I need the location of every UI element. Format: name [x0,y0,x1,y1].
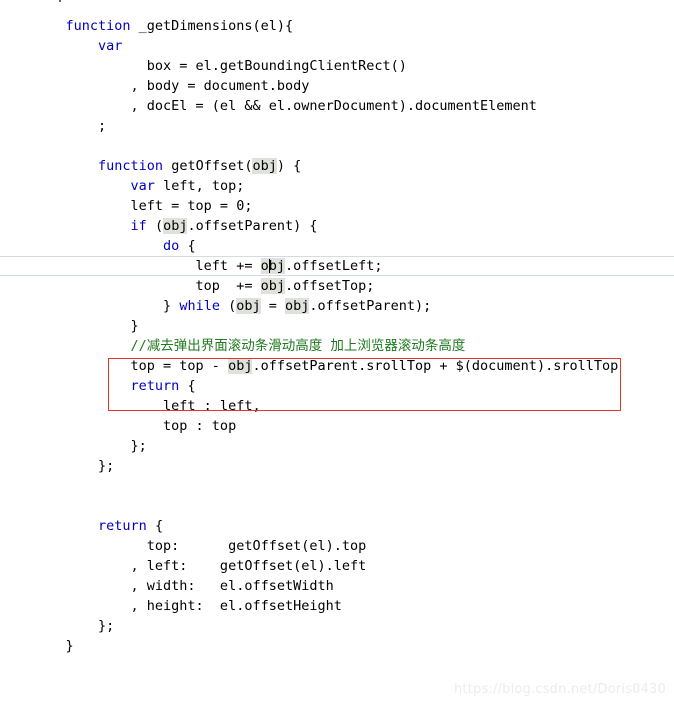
code-line[interactable]: , docEl = (el && el.ownerDocument).docum… [0,96,674,116]
code-text: .offsetTop; [284,278,375,294]
code-text: ( [219,298,237,314]
code-editor[interactable]: } function _getDimensions(el){ var box =… [0,0,674,703]
code-line[interactable] [0,476,674,496]
code-line[interactable]: return { [0,516,674,536]
code-text: left += [33,258,261,274]
highlighted-identifier: obj [236,298,261,314]
code-line[interactable]: } while (obj = obj.offsetParent); [0,296,674,316]
keyword-function: function [65,18,131,34]
code-text: left, top; [154,178,245,194]
keyword-function: function [98,158,164,174]
keyword-return: return [98,518,147,534]
code-text: _getDimensions(el){ [130,18,294,34]
code-line[interactable]: , body = document.body [0,76,674,96]
code-text: top: getOffset(el).top [33,538,367,554]
highlighted-identifier: obj [228,358,253,374]
code-text: }; [33,618,115,634]
code-line[interactable]: function getOffset(obj) { [0,156,674,176]
code-line[interactable]: left : left, [0,396,674,416]
code-text: , docEl = (el && el.ownerDocument).docum… [33,98,537,114]
code-line-current[interactable]: left += obj.offsetLeft; [0,256,674,276]
code-line[interactable]: do { [0,236,674,256]
code-line[interactable]: var left, top; [0,176,674,196]
code-text: top += [33,278,261,294]
code-line[interactable] [0,0,674,16]
highlighted-identifier: obj [260,258,285,274]
code-text: , left: getOffset(el).left [33,558,367,574]
code-text: ) { [276,158,302,174]
code-text: } [33,318,139,334]
keyword-var: var [98,38,123,54]
code-line[interactable]: function _getDimensions(el){ [0,16,674,36]
code-text: { [179,238,196,254]
code-lines-container[interactable]: function _getDimensions(el){ var box = e… [0,0,674,656]
code-line[interactable]: top: getOffset(el).top [0,536,674,556]
code-text: box = el.getBoundingClientRect() [33,58,407,74]
code-text: , body = document.body [33,78,310,94]
keyword-while: while [179,298,220,314]
highlighted-identifier: obj [285,298,310,314]
code-line[interactable]: top += obj.offsetTop; [0,276,674,296]
code-line[interactable]: ; [0,116,674,136]
code-text: { [179,378,196,394]
code-line[interactable]: }; [0,456,674,476]
keyword-return: return [130,378,180,394]
code-text: .offsetParent.srollTop + $(document).sro… [252,358,619,374]
code-text: }; [33,438,147,454]
comment-text: //减去弹出界面滚动条滑动高度 加上浏览器滚动条高度 [130,338,466,354]
code-text: left = top = 0; [33,198,253,214]
code-text: } [33,638,74,654]
code-line-comment[interactable]: //减去弹出界面滚动条滑动高度 加上浏览器滚动条高度 [0,336,674,356]
code-line[interactable]: return { [0,376,674,396]
code-line[interactable]: , left: getOffset(el).left [0,556,674,576]
text-caret [268,259,270,273]
indent: } [33,298,180,314]
code-text: .offsetParent); [309,298,432,314]
code-text: , width: el.offsetWidth [33,578,334,594]
code-line[interactable]: top = top - obj.offsetParent.srollTop + … [0,356,674,376]
highlighted-identifier: obj [252,158,277,174]
keyword-do: do [163,238,180,254]
keyword-if: if [130,218,147,234]
code-text: }; [33,458,115,474]
highlighted-identifier: obj [260,278,285,294]
code-line[interactable]: top : top [0,416,674,436]
code-line[interactable]: box = el.getBoundingClientRect() [0,56,674,76]
code-line[interactable] [0,136,674,156]
code-line[interactable]: if (obj.offsetParent) { [0,216,674,236]
code-line[interactable]: var [0,36,674,56]
code-text: left : left, [33,398,261,414]
code-text: { [146,518,164,534]
code-line[interactable]: } [0,316,674,336]
code-line[interactable]: }; [0,616,674,636]
code-text: .offsetParent) { [187,218,318,234]
code-line[interactable]: , width: el.offsetWidth [0,576,674,596]
highlighted-identifier: obj [163,218,188,234]
code-text: top = top - [33,358,229,374]
code-line[interactable]: }; [0,436,674,456]
code-text: .offsetLeft; [284,258,383,274]
code-text: getOffset( [163,158,253,174]
code-text: = [260,298,285,314]
code-text: ( [146,218,164,234]
code-text: ; [33,118,107,134]
code-text: top : top [33,418,237,434]
code-line[interactable]: , height: el.offsetHeight [0,596,674,616]
code-line[interactable] [0,496,674,516]
watermark-text: https://blog.csdn.net/Doris0430 [453,682,666,697]
code-line[interactable]: } [0,636,674,656]
code-text: , height: el.offsetHeight [33,598,342,614]
code-line[interactable]: left = top = 0; [0,196,674,216]
keyword-var: var [130,178,155,194]
